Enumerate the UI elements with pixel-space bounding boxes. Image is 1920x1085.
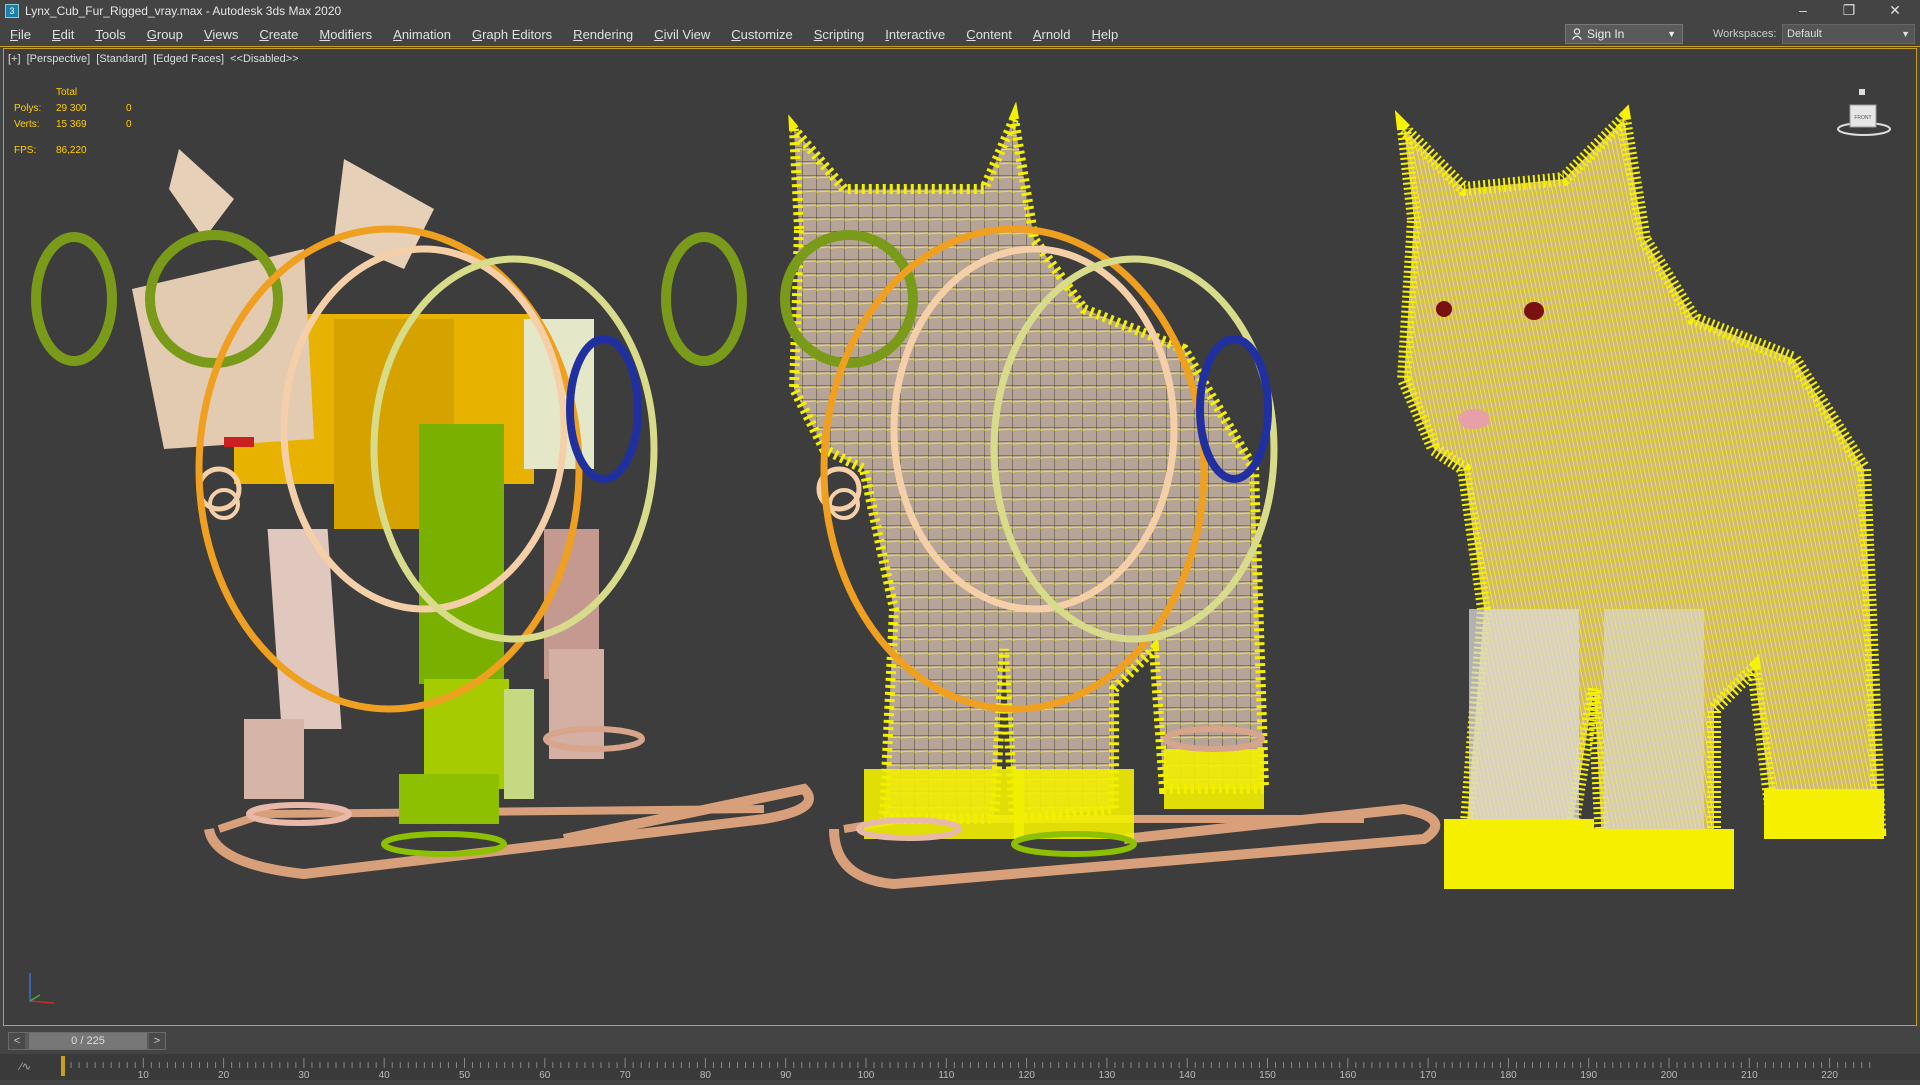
track-bar-ruler: 10 20 30 40 50 60 70 80 90 100 110 120 130 140 150 160 1…: [61, 1056, 1871, 1081]
scene-render[interactable]: [4, 49, 1917, 1026]
user-icon: [1572, 28, 1582, 40]
fps-value: 86,220: [56, 145, 87, 156]
menu-modifiers[interactable]: Modifiers: [309, 27, 383, 42]
workspaces-value: Default: [1787, 28, 1822, 40]
curve-editor-icon[interactable]: ⁄∿: [20, 1060, 31, 1073]
viewcube[interactable]: FRONT: [1832, 85, 1892, 145]
fur-preview-model[interactable]: [1394, 104, 1887, 889]
viewport-standard-menu[interactable]: [Standard]: [96, 53, 147, 65]
title-bar: 3 Lynx_Cub_Fur_Rigged_vray.max - Autodes…: [0, 0, 1920, 22]
chevron-down-icon: ▼: [1667, 29, 1676, 39]
ruler-tick-label: 60: [539, 1070, 551, 1080]
menu-customize[interactable]: Customize: [721, 27, 803, 42]
ruler-tick-label: 120: [1018, 1070, 1035, 1080]
menu-create[interactable]: Create: [249, 27, 309, 42]
ruler-tick-label: 90: [780, 1070, 792, 1080]
prev-frame-button[interactable]: <: [9, 1033, 25, 1049]
menu-scripting[interactable]: Scripting: [804, 27, 876, 42]
verts-label: Verts:: [14, 119, 40, 130]
ruler-tick-label: 70: [620, 1070, 632, 1080]
sign-in-label: Sign In: [1587, 27, 1625, 41]
ruler-tick-label: 170: [1420, 1070, 1437, 1080]
track-bar[interactable]: 10 20 30 40 50 60 70 80 90 100 110 120 130 140 150 160 1…: [0, 1054, 1920, 1081]
menu-animation[interactable]: Animation: [383, 27, 462, 42]
workspaces-dropdown[interactable]: Default ▼: [1782, 24, 1915, 44]
verts-value: 15 369: [56, 119, 87, 130]
ruler-tick-label: 80: [700, 1070, 712, 1080]
frame-display[interactable]: 0 / 225: [29, 1033, 147, 1049]
menu-civil-view[interactable]: Civil View: [644, 27, 721, 42]
menu-views[interactable]: Views: [194, 27, 249, 42]
polys-selected: 0: [126, 103, 132, 114]
sign-in-dropdown[interactable]: Sign In ▼: [1565, 24, 1683, 44]
stats-total-header: Total: [56, 87, 78, 98]
ruler-tick-label: 220: [1821, 1070, 1838, 1080]
polys-value: 29 300: [56, 103, 87, 114]
viewport-label-menu[interactable]: [+] [Perspective] [Standard] [Edged Face…: [8, 53, 302, 65]
ruler-tick-label: 210: [1741, 1070, 1758, 1080]
ruler-tick-label: 20: [218, 1070, 230, 1080]
viewport-statistics: Total Polys: 29 300 0 Verts: 15 369 0 FPS: 86…: [14, 85, 132, 159]
viewport-pov-menu[interactable]: [Perspective]: [27, 53, 91, 65]
menu-group[interactable]: Group: [137, 27, 194, 42]
ruler-tick-label: 180: [1500, 1070, 1517, 1080]
menu-tools[interactable]: Tools: [85, 27, 136, 42]
minimize-button[interactable]: –: [1780, 0, 1826, 22]
menu-graph-editors[interactable]: Graph Editors: [462, 27, 563, 42]
rig-box-model[interactable]: [31, 149, 814, 880]
ruler-tick-label: 10: [138, 1070, 150, 1080]
window-title: Lynx_Cub_Fur_Rigged_vray.max - Autodesk …: [25, 4, 342, 18]
menu-edit[interactable]: Edit: [42, 27, 85, 42]
workspaces-label: Workspaces:: [1713, 28, 1777, 40]
verts-selected: 0: [126, 119, 132, 130]
viewport-general-menu[interactable]: [+]: [8, 53, 21, 65]
menu-rendering[interactable]: Rendering: [563, 27, 644, 42]
menu-interactive[interactable]: Interactive: [875, 27, 956, 42]
viewcube-front-label: FRONT: [1854, 115, 1871, 121]
close-button[interactable]: ✕: [1872, 0, 1918, 22]
viewport-shading-menu[interactable]: [Edged Faces]: [153, 53, 224, 65]
menu-content[interactable]: Content: [956, 27, 1023, 42]
time-slider[interactable]: < 0 / 225 >: [8, 1032, 166, 1050]
fps-label: FPS:: [14, 145, 37, 156]
ruler-tick-label: 140: [1179, 1070, 1196, 1080]
menu-help[interactable]: Help: [1081, 27, 1129, 42]
ruler-tick-label: 200: [1661, 1070, 1678, 1080]
ruler-tick-label: 100: [858, 1070, 875, 1080]
ruler-tick-label: 110: [938, 1070, 954, 1080]
app-icon: 3: [5, 4, 19, 18]
perspective-viewport[interactable]: [+] [Perspective] [Standard] [Edged Face…: [3, 48, 1917, 1026]
chevron-down-icon: ▼: [1901, 29, 1910, 39]
restore-button[interactable]: ❐: [1826, 0, 1872, 22]
ruler-tick-label: 50: [459, 1070, 471, 1080]
axis-tripod: [29, 973, 55, 1004]
rig-mesh-fur-model[interactable]: [661, 101, 1441, 890]
ruler-tick-label: 190: [1580, 1070, 1597, 1080]
viewport-disabled-label[interactable]: <<Disabled>>: [230, 53, 299, 65]
ruler-tick-label: 150: [1259, 1070, 1276, 1080]
ruler-tick-label: 40: [379, 1070, 391, 1080]
current-frame-marker[interactable]: [61, 1056, 65, 1076]
ruler-tick-label: 130: [1099, 1070, 1116, 1080]
next-frame-button[interactable]: >: [149, 1033, 165, 1049]
polys-label: Polys:: [14, 103, 42, 114]
menu-file[interactable]: File: [0, 27, 42, 42]
time-slider-panel: < 0 / 225 > 10 20 30 40 50 60 70 80 90 100 110 120 1…: [0, 1026, 1920, 1081]
ruler-tick-label: 30: [298, 1070, 310, 1080]
menu-arnold[interactable]: Arnold: [1023, 27, 1082, 42]
ruler-tick-label: 160: [1339, 1070, 1356, 1080]
